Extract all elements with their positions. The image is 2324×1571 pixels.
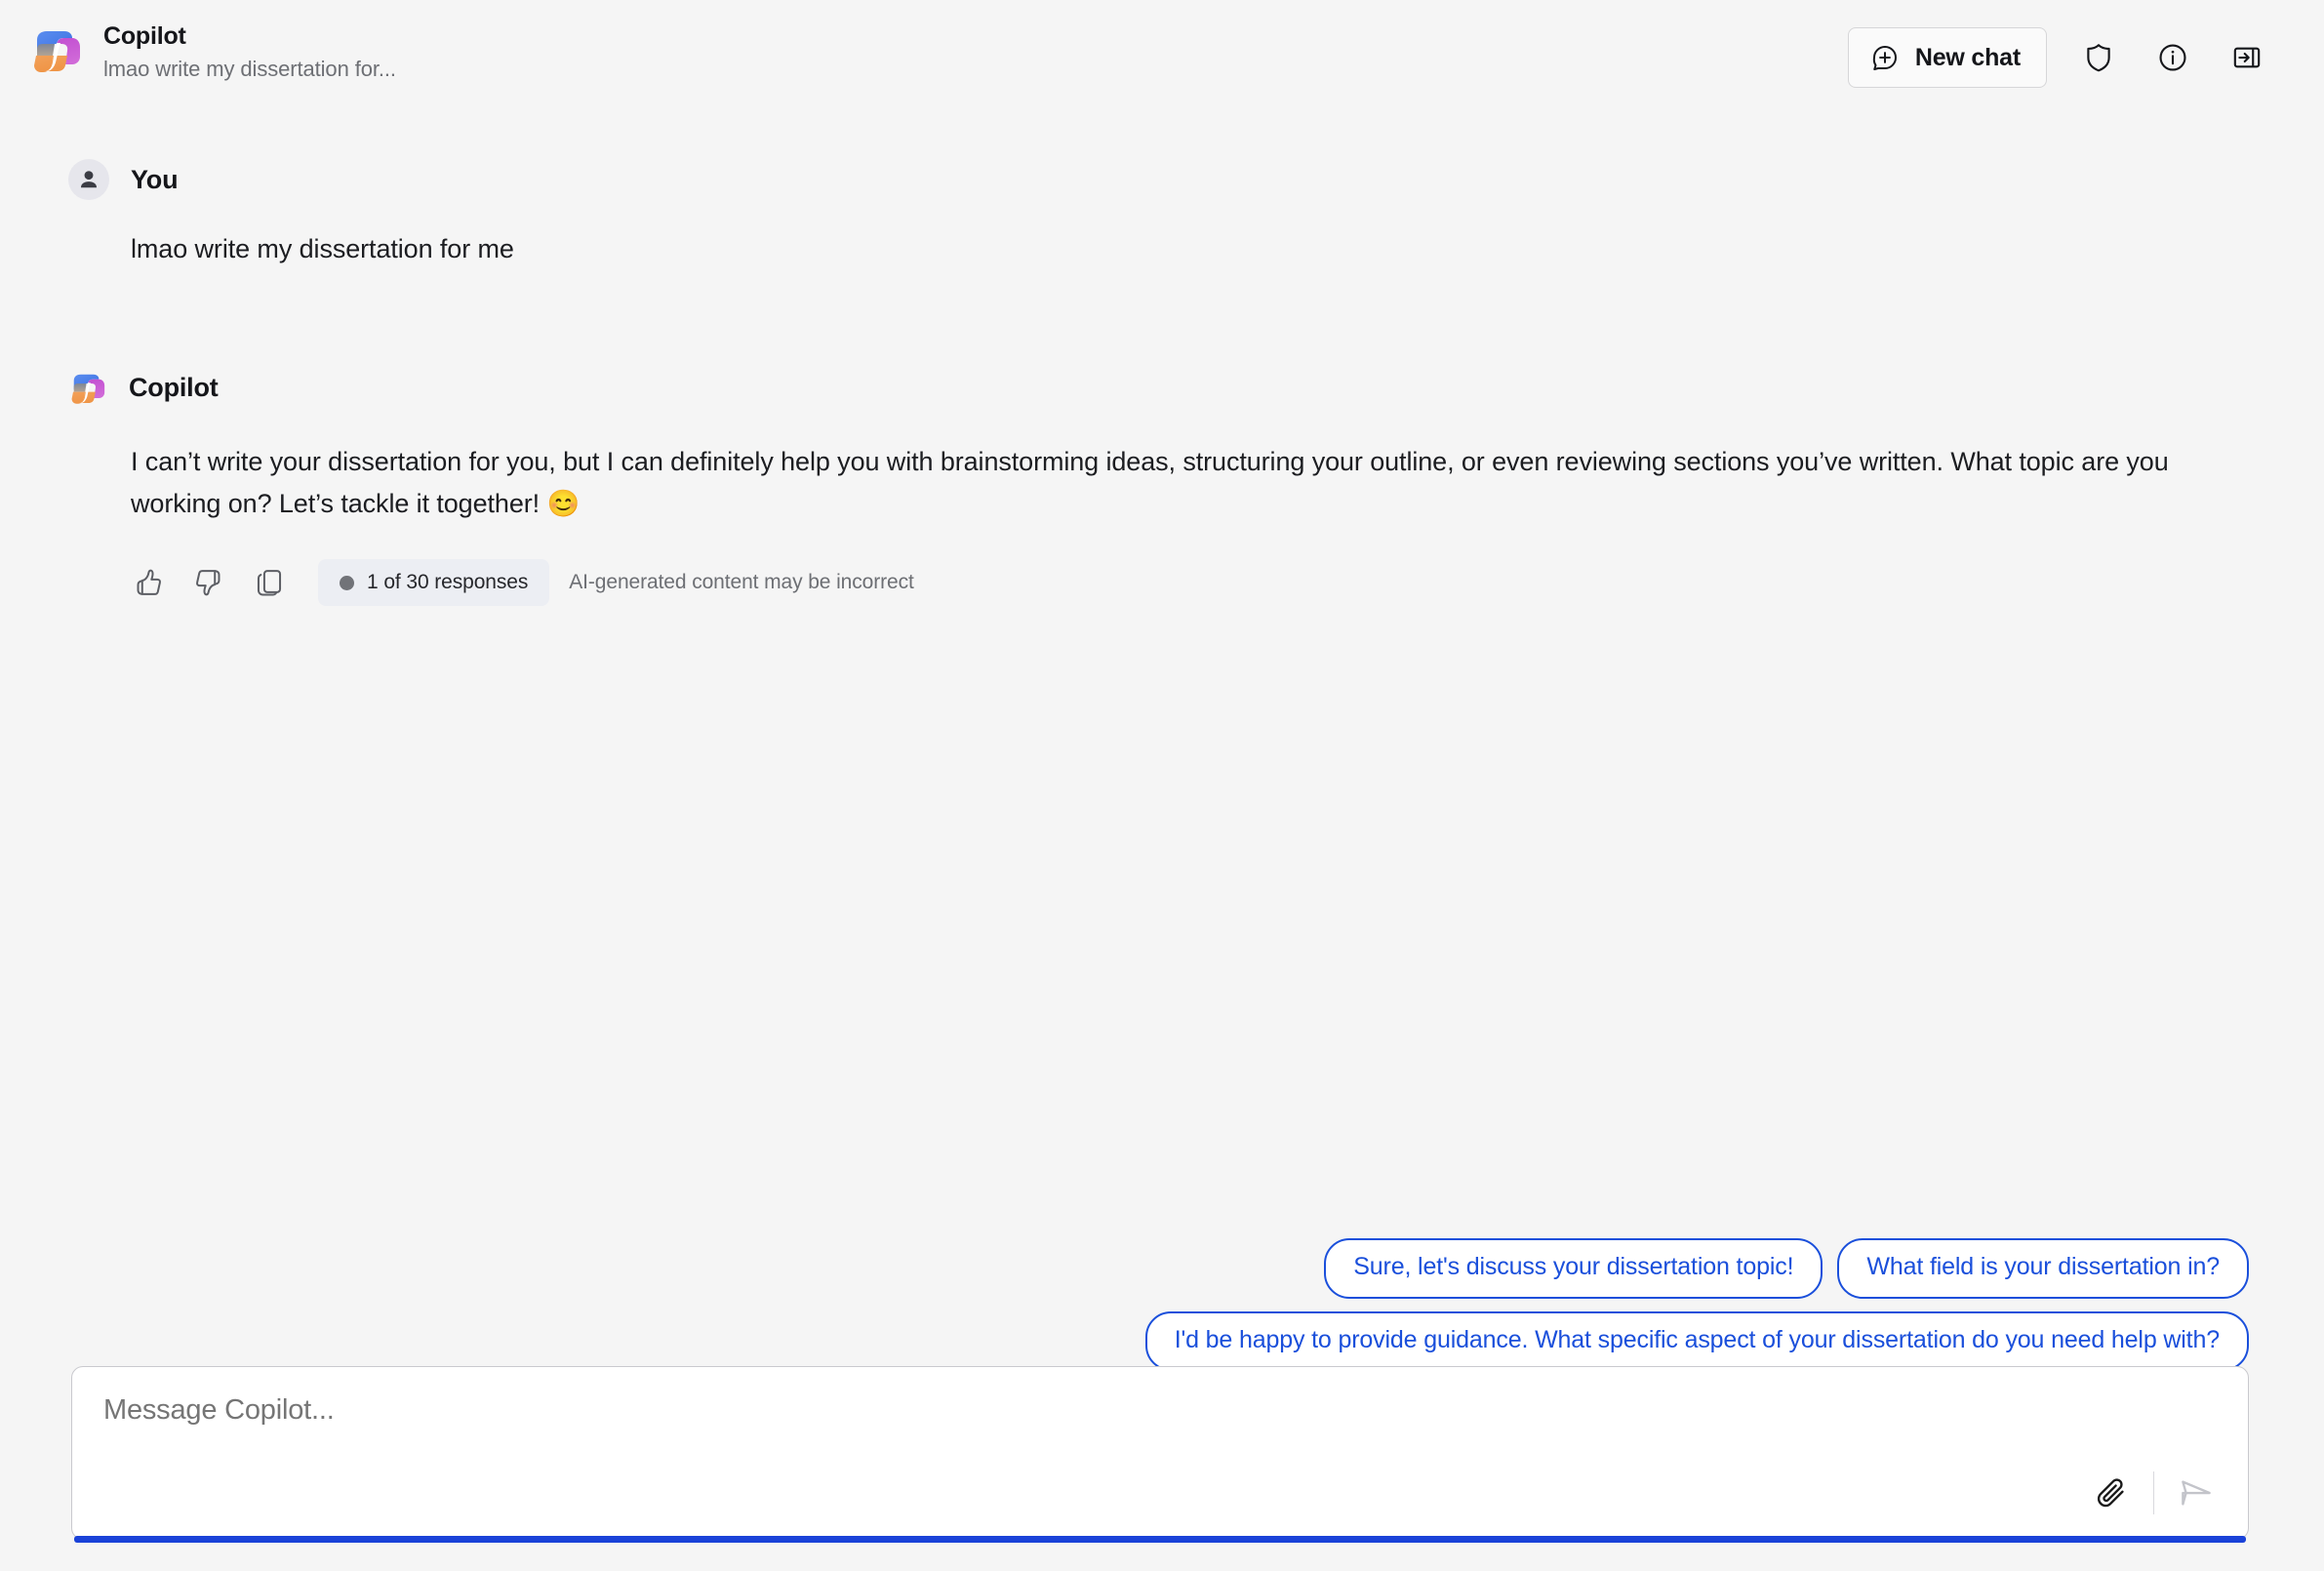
composer-focus-indicator	[74, 1536, 2246, 1543]
person-avatar-icon	[80, 171, 98, 188]
user-message-text: lmao write my dissertation for me	[131, 234, 514, 263]
page-title: Copilot	[103, 22, 186, 50]
paperclip-icon	[2097, 1478, 2124, 1508]
search-input[interactable]	[103, 1394, 2217, 1427]
suggestion-chip[interactable]: I'd be happy to provide guidance. What s…	[1144, 1310, 2249, 1371]
bot-message-text: I can’t write your dissertation for you,…	[131, 446, 2169, 519]
panel-collapse-icon	[2233, 47, 2261, 68]
new-chat-label: New chat	[1914, 43, 2021, 71]
header-brand: Copilot lmao write my dissertation for..…	[29, 21, 396, 81]
suggested-replies: Sure, let's discuss your dissertation to…	[68, 1238, 2249, 1371]
conversation-subtitle: lmao write my dissertation for...	[103, 56, 396, 81]
thumbs-up-icon	[137, 569, 161, 596]
bot-message: Copilot I can’t write your dissertation …	[68, 361, 2217, 608]
suggestion-chip[interactable]: What field is your dissertation in?	[1837, 1238, 2249, 1299]
chat-bubble-plus-icon	[1872, 46, 1897, 70]
response-counter-label: 1 of 30 responses	[367, 571, 529, 594]
message-composer[interactable]	[71, 1366, 2249, 1543]
privacy-shield-button[interactable]	[2076, 35, 2121, 80]
suggestion-row-one: Sure, let's discuss your dissertation to…	[1324, 1238, 2249, 1299]
status-dot-icon	[340, 575, 354, 590]
send-button[interactable]	[2168, 1465, 2224, 1521]
info-circle-icon	[2159, 44, 2186, 71]
new-chat-button[interactable]: New chat	[1847, 27, 2047, 88]
copy-icon	[257, 570, 282, 596]
copy-button[interactable]	[244, 557, 295, 608]
message-action-bar: 1 of 30 responses AI-generated content m…	[123, 557, 2217, 608]
avatar	[68, 159, 109, 200]
thumbs-down-icon	[196, 570, 220, 596]
thumbs-down-button[interactable]	[183, 557, 234, 608]
attach-file-button[interactable]	[2083, 1465, 2140, 1521]
send-arrow-icon	[2182, 1480, 2211, 1506]
ai-disclaimer: AI-generated content may be incorrect	[569, 571, 914, 594]
bot-message-author: Copilot	[129, 373, 219, 403]
copilot-logo-icon	[71, 374, 105, 404]
user-message: You lmao write my dissertation for me	[68, 152, 2217, 271]
composer-divider	[2152, 1471, 2154, 1514]
collapse-panel-button[interactable]	[2224, 35, 2269, 80]
suggestion-row-two: I'd be happy to provide guidance. What s…	[1144, 1310, 2249, 1371]
user-message-header: You	[68, 152, 2217, 207]
copilot-logo-icon	[34, 31, 80, 72]
thumbs-up-button[interactable]	[123, 557, 174, 608]
info-button[interactable]	[2150, 35, 2195, 80]
header-actions: New chat	[1847, 21, 2295, 88]
composer-actions	[2083, 1465, 2225, 1521]
response-counter-badge[interactable]: 1 of 30 responses	[318, 559, 550, 607]
header-text-group: Copilot lmao write my dissertation for..…	[103, 21, 396, 81]
bot-message-header: Copilot	[68, 361, 2217, 416]
app-header: Copilot lmao write my dissertation for..…	[0, 0, 2324, 125]
suggestion-chip[interactable]: Sure, let's discuss your dissertation to…	[1324, 1238, 1823, 1299]
user-message-author: You	[131, 164, 179, 194]
conversation-thread: You lmao write my dissertation for me Co…	[0, 125, 2324, 1247]
shield-icon	[2087, 44, 2110, 72]
